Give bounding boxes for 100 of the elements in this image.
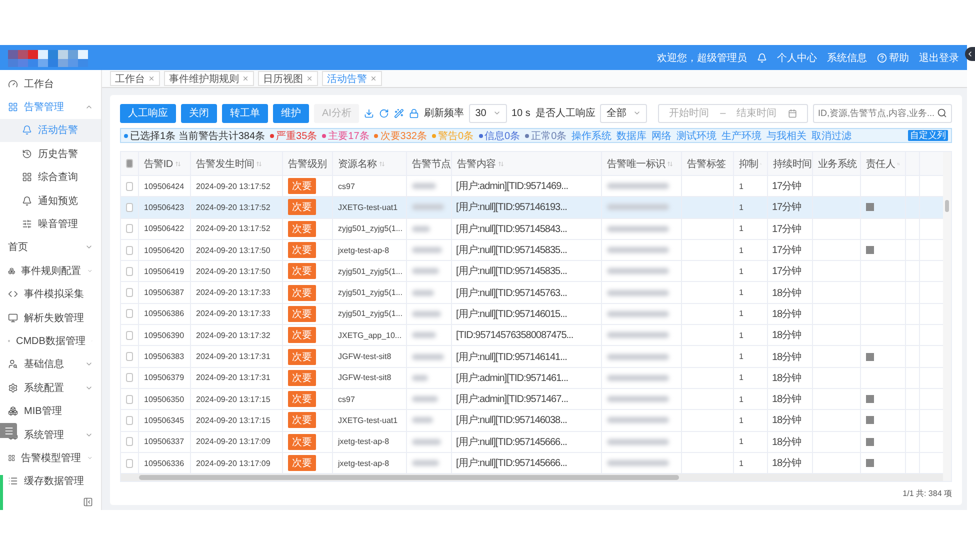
column-header[interactable]: 告警ID — [139, 152, 191, 175]
row-checkbox[interactable] — [126, 246, 133, 255]
row-checkbox[interactable] — [126, 224, 133, 234]
sidebar-subitem[interactable]: 历史告警 — [0, 142, 101, 166]
row-checkbox[interactable] — [126, 288, 133, 298]
table-row[interactable]: 109506386 2024-09-20 13:17:33 次要 zyjg501_zyjg5(1... [用户:null][TID:957146015... 1 18分钟 — [121, 304, 943, 326]
sidebar-item[interactable]: CMDB数据管理 — [0, 329, 101, 353]
search-icon[interactable] — [936, 108, 947, 118]
column-header[interactable]: 告警唯一标识 — [602, 152, 682, 175]
severity-filter[interactable]: 正常0条 — [525, 128, 567, 142]
table-cell: 109506345 — [139, 410, 191, 431]
table-row[interactable]: 109506336 2024-09-20 13:17:09 次要 jxetg-test-ap-8 [用户:null][TID:957145666... 1 18分钟 — [121, 452, 943, 474]
sidebar-item[interactable]: 缓存数据管理 — [0, 470, 101, 494]
table-cell: 17分钟 — [768, 240, 813, 260]
tab[interactable]: 事件维护期规则 — [164, 71, 254, 86]
download-icon[interactable] — [364, 108, 374, 118]
sort-icon[interactable] — [378, 160, 385, 166]
refresh-icon[interactable] — [379, 108, 390, 118]
column-header[interactable]: 抑制 — [734, 152, 768, 175]
column-header[interactable]: 告警发生时间 — [191, 152, 283, 175]
gauge-icon — [8, 78, 18, 89]
close-icon[interactable] — [242, 75, 249, 82]
sidebar-item[interactable]: 系统配置 — [0, 376, 101, 400]
select-all-checkbox[interactable] — [126, 159, 133, 168]
table-row[interactable]: 109506337 2024-09-20 13:17:09 次要 jxetg-test-ap-8 [用户:null][TID:957145666... 1 18分钟 — [121, 432, 943, 453]
row-checkbox[interactable] — [126, 309, 133, 318]
sidebar-subitem[interactable]: 通知预览 — [0, 188, 101, 212]
table-row[interactable]: 109506350 2024-09-20 13:17:15 次要 cs97 [用户:admin][TID:9571467... 1 18分钟 — [121, 388, 943, 410]
row-checkbox[interactable] — [126, 394, 133, 404]
row-checkbox[interactable] — [126, 437, 133, 446]
sort-icon[interactable] — [256, 160, 262, 166]
sidebar-item[interactable]: 事件模拟采集 — [0, 282, 101, 306]
table-row[interactable]: 109506423 2024-09-20 13:17:52 次要 JXETG-test-uat1 [用户:null][TID:957146193... 1 17分钟 — [121, 197, 943, 219]
lock-icon[interactable] — [409, 108, 420, 118]
sidebar-item[interactable]: 首页 — [0, 236, 101, 260]
table-cell: jxetg-test-ap-8 — [333, 452, 407, 474]
manual-response-select[interactable]: 全部 — [600, 104, 647, 122]
column-header[interactable]: 告警标签 — [682, 152, 734, 175]
table-row[interactable]: 109506424 2024-09-20 13:17:52 次要 cs97 [用户:admin][TID:9571469... 1 17分钟 — [121, 176, 943, 198]
table-cell: 109506423 — [139, 197, 191, 218]
sidebar-subitem[interactable]: 综合查询 — [0, 166, 101, 189]
row-checkbox[interactable] — [126, 373, 133, 382]
close-icon[interactable] — [306, 75, 313, 82]
table-cell: 18分钟 — [768, 410, 813, 431]
refresh-select[interactable]: 30 — [469, 104, 506, 122]
menu-button[interactable] — [0, 423, 17, 438]
table-cell: 18分钟 — [768, 346, 813, 367]
table-cell: [用户:admin][TID:9571461... — [452, 368, 602, 388]
sort-icon[interactable] — [174, 160, 181, 166]
table-row[interactable]: 109506420 2024-09-20 13:17:50 次要 jxetg-test-ap-8 [用户:null][TID:957145835... 1 17分钟 — [121, 240, 943, 262]
blurred-text — [412, 438, 441, 445]
column-header[interactable]: 告警内容 — [452, 152, 602, 175]
row-checkbox[interactable] — [126, 416, 133, 425]
horizontal-scrollbar[interactable] — [121, 474, 943, 482]
table-cell: 2024-09-20 13:17:50 — [191, 240, 283, 260]
table-cell: 2024-09-20 13:17:50 — [191, 261, 283, 282]
row-checkbox[interactable] — [126, 458, 133, 468]
sort-icon[interactable] — [498, 160, 504, 166]
sidebar-item[interactable]: 基础信息 — [0, 352, 101, 376]
wand-icon[interactable] — [394, 108, 404, 118]
vertical-scrollbar[interactable] — [943, 152, 951, 482]
severity-filter[interactable]: 严重35条 — [270, 128, 318, 142]
sort-icon[interactable] — [667, 160, 674, 166]
sidebar-item[interactable]: 解析失败管理 — [0, 306, 101, 330]
table-cell: [用户:null][TID:957145835... — [452, 261, 602, 282]
collapse-icon[interactable] — [83, 497, 93, 507]
row-checkbox[interactable] — [126, 266, 133, 276]
table-cell: 18分钟 — [768, 368, 813, 388]
column-header[interactable]: 责任人 — [861, 152, 906, 175]
table-cell: 1 — [734, 388, 768, 410]
row-checkbox[interactable] — [126, 330, 133, 340]
close-icon[interactable] — [148, 75, 155, 82]
severity-filter[interactable]: 信息0条 — [478, 128, 520, 142]
row-checkbox[interactable] — [126, 202, 133, 212]
sidebar-item[interactable]: 告警模型管理 — [0, 446, 101, 470]
table-row[interactable]: 109506419 2024-09-20 13:17:50 次要 zyjg501_zyjg5(1... [用户:null][TID:957145835... 1 17分钟 — [121, 261, 943, 282]
table-row[interactable]: 109506422 2024-09-20 13:17:52 次要 zyjg501_zyjg5(1... [用户:null][TID:957145843... 1 17分钟 — [121, 218, 943, 240]
table-row[interactable]: 109506345 2024-09-20 13:17:15 次要 JXETG-test-uat1 [用户:null][TID:957146038... 1 18分钟 — [121, 410, 943, 432]
table-row[interactable]: 109506379 2024-09-20 13:17:31 次要 JGFW-test-sit8 [用户:admin][TID:9571461... 1 18分钟 — [121, 368, 943, 389]
sidebar-item[interactable]: 事件规则配置 — [0, 259, 101, 283]
bell-icon[interactable] — [757, 52, 767, 62]
table-row[interactable]: 109506390 2024-09-20 13:17:32 次要 JXETG_app_10... [TID:957145763580087475... 1 18分钟 — [121, 325, 943, 346]
collapse-button[interactable] — [965, 47, 975, 61]
list-icon — [8, 476, 18, 486]
sidebar-item[interactable]: MIB管理 — [0, 399, 101, 423]
tab[interactable]: 工作台 — [110, 71, 160, 86]
close-icon[interactable] — [370, 75, 377, 82]
table-cell: 1 — [734, 176, 768, 196]
row-checkbox[interactable] — [126, 352, 133, 362]
table-row[interactable]: 109506383 2024-09-20 13:17:31 次要 JGFW-test-sit8 [用户:null][TID:957146141... 1 18分钟 — [121, 346, 943, 368]
column-header[interactable]: 资源名称 — [333, 152, 407, 175]
sidebar-item[interactable]: 工作台 — [0, 72, 101, 96]
table-cell: 2024-09-20 13:17:33 — [191, 304, 283, 324]
help-icon — [877, 52, 887, 62]
sidebar-subitem[interactable]: 噪音管理 — [0, 212, 101, 236]
row-checkbox[interactable] — [126, 182, 133, 191]
search-field[interactable]: ID,资源,告警节点,内容,业务... — [812, 104, 952, 122]
tab[interactable]: 日历视图 — [258, 71, 318, 86]
table-cell: 1 — [734, 325, 768, 346]
table-row[interactable]: 109506387 2024-09-20 13:17:33 次要 zyjg501_zyjg5(1... [用户:null][TID:957145763... 1 18分钟 — [121, 282, 943, 304]
